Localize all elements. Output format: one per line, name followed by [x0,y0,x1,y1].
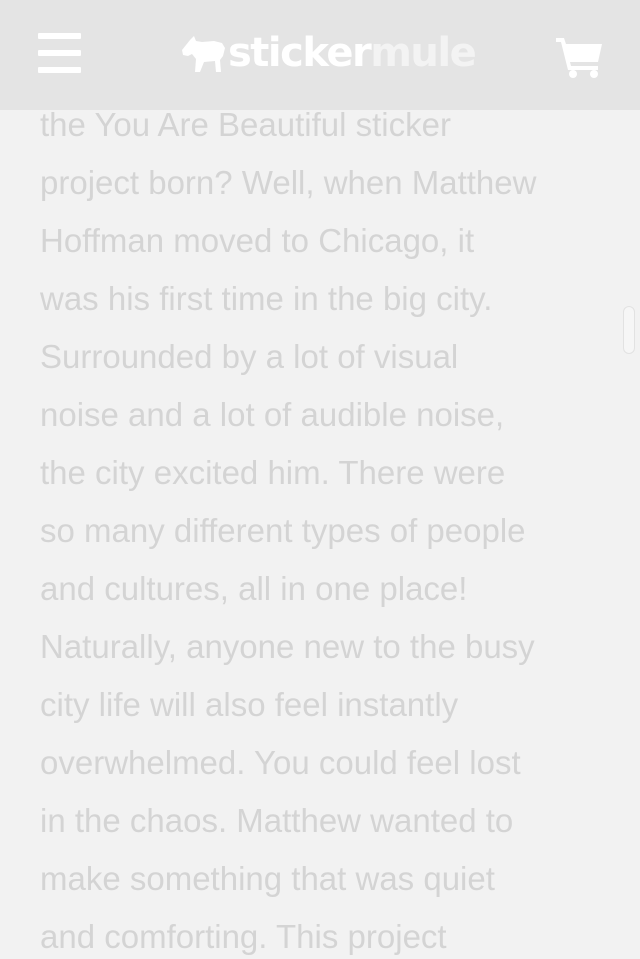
site-header: stickermule [0,0,640,110]
article-line: city life will also feel instantly [40,686,459,723]
article-line: overwhelmed. You could feel lost [40,744,521,781]
article-line: was his first time in the big city. [40,280,493,317]
logo-text-mule: mule [370,30,477,76]
mule-logo-icon [182,36,225,72]
scrollbar-thumb[interactable] [623,306,635,354]
article-line: make something that was quiet [40,860,495,897]
article-line: in the chaos. Matthew wanted to [40,802,514,839]
article-line: the city excited him. There were [40,454,506,491]
article-line: so many different types of people [40,512,526,549]
article-line: Surrounded by a lot of visual [40,338,459,375]
page: stickermule the You Are Beautiful sticke… [0,0,640,959]
hamburger-menu-icon[interactable] [38,33,81,73]
article-line: Naturally, anyone new to the busy [40,628,535,665]
article-line: and comforting. This project [40,918,447,955]
article-body: the You Are Beautiful sticker project bo… [40,96,610,959]
shopping-cart-icon[interactable] [556,36,604,78]
article-line: Hoffman moved to Chicago, it [40,222,475,259]
article-line: project born? Well, when Matthew [40,164,537,201]
article-line: noise and a lot of audible noise, [40,396,505,433]
logo-text-sticker: sticker [228,30,372,76]
article-line: and cultures, all in one place! [40,570,468,607]
stickermule-logo[interactable]: stickermule [180,28,477,78]
